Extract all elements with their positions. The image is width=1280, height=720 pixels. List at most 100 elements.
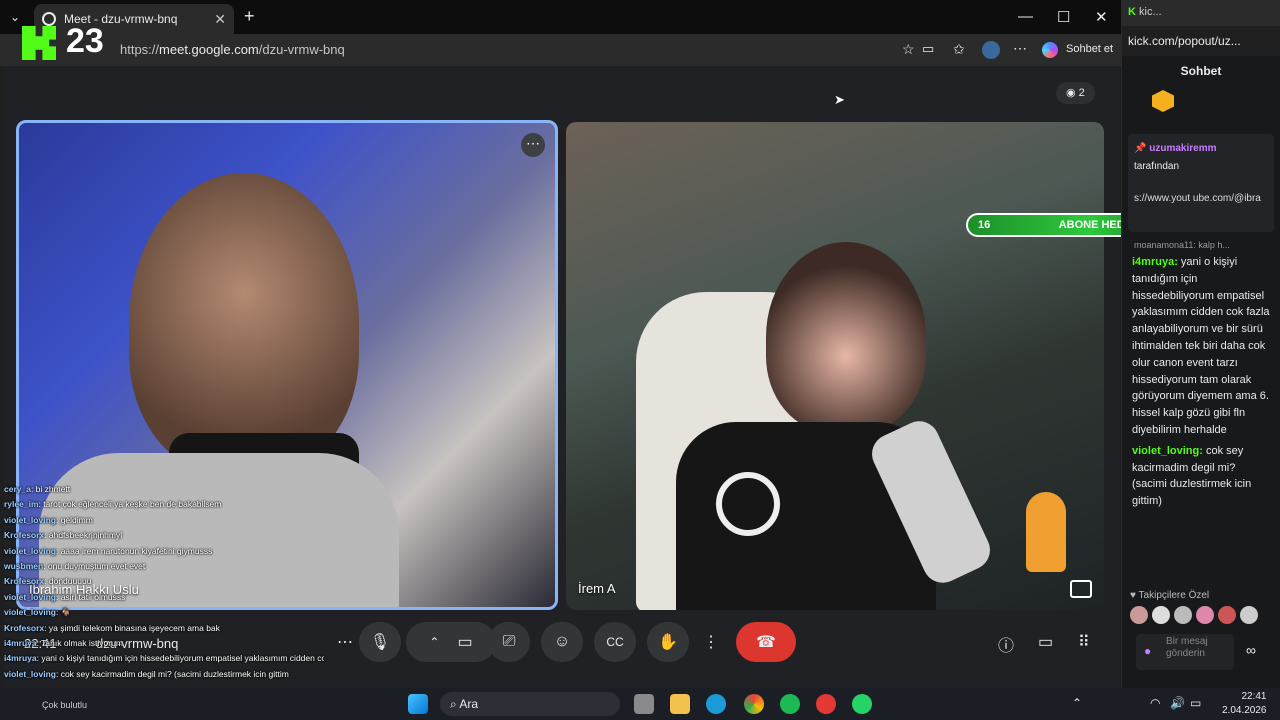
chat-message[interactable]: i4mruya: yani o kişiyi tanıdığım için hi…: [1122, 254, 1280, 439]
goal-current: 16: [978, 219, 991, 231]
emote-icon[interactable]: [1240, 606, 1258, 624]
clock[interactable]: 22:41 2.04.2026: [1222, 690, 1267, 718]
new-tab-icon[interactable]: +: [244, 6, 255, 27]
camera-icon[interactable]: ▭: [922, 41, 934, 57]
captions-button[interactable]: CC: [594, 622, 636, 662]
battery-icon[interactable]: ▭: [1190, 696, 1201, 710]
overlay-chat-line: violet_loving: asiri tatli olmusss: [4, 590, 324, 605]
edge-icon[interactable]: [706, 694, 726, 714]
participants-badge[interactable]: ◉ 2: [1056, 82, 1095, 104]
task-view-icon[interactable]: [634, 694, 654, 714]
kick-favicon-icon: K: [1128, 6, 1139, 18]
browser-window: ⌄ Meet - dzu-vrmw-bnq ✕ + — ☐ ✕ https://…: [0, 0, 1121, 688]
overlay-chat-line: cery_a: bi zhmett: [4, 482, 324, 497]
copilot-icon[interactable]: [1042, 42, 1058, 58]
overlay-chat-line: violet_loving: cok sey kacirmadim degil …: [4, 667, 324, 682]
maximize-icon[interactable]: ☐: [1057, 8, 1070, 26]
bookmark-star-icon[interactable]: ☆: [902, 41, 915, 58]
tab-meet[interactable]: Meet - dzu-vrmw-bnq ✕: [34, 4, 234, 34]
chat-icon[interactable]: ▭: [1038, 632, 1053, 652]
participant-video: [129, 173, 359, 473]
profile-avatar[interactable]: [982, 41, 1000, 59]
chrome-icon[interactable]: [744, 694, 764, 714]
participant-video: [766, 242, 926, 432]
spotify-icon[interactable]: [780, 694, 800, 714]
emote-row[interactable]: [1130, 606, 1270, 626]
favorites-icon[interactable]: ✩: [953, 41, 965, 58]
overlay-chat-line: rylee_im: tarot çok eğlenceli ya keşke b…: [4, 497, 324, 512]
video-tile-right[interactable]: İrem A: [566, 122, 1104, 610]
emote-picker-icon[interactable]: ∞: [1246, 642, 1256, 658]
info-icon[interactable]: ⓘ: [998, 632, 1014, 656]
tab-strip: ⌄ Meet - dzu-vrmw-bnq ✕ + — ☐ ✕: [0, 0, 1121, 34]
sohbet-button[interactable]: Sohbet et: [1066, 43, 1113, 55]
overlay-chat-user: Krofesorx: [4, 530, 45, 541]
reply-hint: moanamona11: kalp h...: [1134, 240, 1230, 250]
pinned-link[interactable]: s://www.yout ube.com/@ibra: [1134, 190, 1268, 208]
mic-icon[interactable]: ●: [1144, 644, 1151, 658]
followers-only-label: ♥ Takipçilere Özel: [1130, 590, 1210, 601]
volume-icon[interactable]: 🔊: [1170, 696, 1185, 710]
raise-hand-button[interactable]: ✋: [647, 622, 689, 662]
overlay-chat-line: i4mruya: Tanık olmak istiyorum: [4, 636, 324, 651]
tab-list-icon[interactable]: ⌄: [10, 10, 20, 24]
more-options-button[interactable]: ⋮: [700, 622, 722, 662]
emote-icon[interactable]: [1152, 606, 1170, 624]
pinned-message[interactable]: 📌 uzumakiremm tarafından s://www.yout ub…: [1128, 134, 1274, 232]
minimize-icon[interactable]: —: [1018, 8, 1033, 25]
close-window-icon[interactable]: ✕: [1095, 8, 1108, 26]
mic-button[interactable]: 🎙: [359, 622, 401, 662]
meet-favicon-icon: [42, 12, 56, 26]
present-button[interactable]: ⎚: [488, 622, 530, 662]
gifter-badge-icon: [1152, 90, 1174, 112]
chat-header: Sohbet: [1180, 64, 1222, 78]
search-box[interactable]: ⌕ Ara: [440, 692, 620, 716]
send-placeholder: Bir mesaj gönderin: [1166, 636, 1208, 659]
participants-icon: ◉: [1066, 87, 1079, 99]
overlay-chat-text: : ya şimdi telekom binasına işeyecem ama…: [44, 622, 220, 633]
close-tab-icon[interactable]: ✕: [214, 11, 226, 28]
captions-icon: CC: [606, 635, 624, 649]
pinned-text: tarafından: [1134, 161, 1180, 172]
emote-icon[interactable]: [1196, 606, 1214, 624]
leave-call-button[interactable]: ☎: [736, 622, 796, 662]
chat-username[interactable]: i4mruya:: [1132, 256, 1178, 268]
wifi-icon[interactable]: ◠: [1150, 696, 1160, 710]
overlay-chat-line: Krofesorx: ya şimdi telekom binasına işe…: [4, 621, 324, 636]
top-gifters: [1122, 86, 1280, 126]
overlay-chat-user: Krofesorx: [4, 622, 45, 633]
overlay-chat-text: : 🐐: [55, 607, 72, 618]
camera-icon: ▭: [457, 634, 473, 651]
apps-grid-icon[interactable]: ⠿: [1078, 632, 1090, 652]
heart-icon: ♥: [1130, 590, 1139, 601]
app-icon[interactable]: [816, 694, 836, 714]
mouse-cursor-icon: ➤: [834, 92, 845, 107]
chevron-up-icon: ⌃: [429, 635, 440, 649]
tile-options-icon[interactable]: ⋯: [521, 133, 545, 157]
overlay-chat-line: violet_loving: aaaa irem narutonun kiyaf…: [4, 544, 324, 559]
overlay-chat-user: violet_loving: [4, 668, 56, 679]
camera-options-button[interactable]: ⌃ ▭: [406, 622, 496, 662]
overlay-chat-user: violet_loving: [4, 545, 56, 556]
emote-icon[interactable]: [1130, 606, 1148, 624]
chat-message[interactable]: violet_loving: cok sey kacirmadim degil …: [1122, 443, 1280, 510]
menu-dots-icon[interactable]: ⋯: [1013, 40, 1027, 57]
pin-icon: 📌: [1134, 143, 1150, 154]
overlay-chat-user: Krofesorx: [4, 576, 45, 587]
pip-icon[interactable]: [1070, 580, 1092, 598]
emoji-button[interactable]: ☺: [541, 622, 583, 662]
kick-address[interactable]: kick.com/popout/uz...: [1122, 26, 1280, 56]
address-bar[interactable]: https://meet.google.com/dzu-vrmw-bnq ☆ ▭…: [0, 34, 1121, 66]
weather-widget[interactable]: Çok bulutlu: [42, 700, 87, 710]
url-text[interactable]: https://meet.google.com/dzu-vrmw-bnq: [120, 42, 345, 57]
whatsapp-icon[interactable]: [852, 694, 872, 714]
overlay-chat-text: : onu duymuştum evet evet: [43, 561, 146, 572]
tray-chevron-icon[interactable]: ⌃: [1072, 696, 1082, 710]
emote-icon[interactable]: [1174, 606, 1192, 624]
chat-username[interactable]: violet_loving:: [1132, 445, 1203, 457]
emote-icon[interactable]: [1218, 606, 1236, 624]
windows-start-icon[interactable]: [408, 694, 428, 714]
clock-date: 2.04.2026: [1222, 705, 1267, 716]
file-explorer-icon[interactable]: [670, 694, 690, 714]
overlay-chat-line: wusbmen: onu duymuştum evet evet: [4, 559, 324, 574]
